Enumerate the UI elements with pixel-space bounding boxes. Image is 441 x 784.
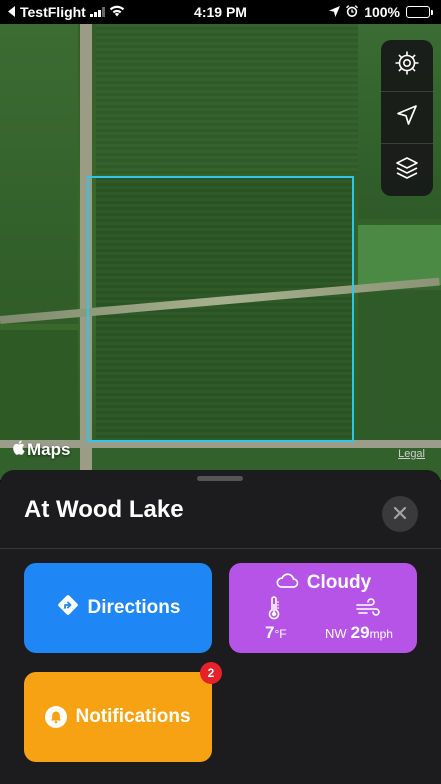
layers-icon xyxy=(394,155,420,186)
map-field xyxy=(0,330,78,440)
cellular-signal-icon xyxy=(89,7,105,17)
map-field xyxy=(358,290,441,440)
temperature-unit: °F xyxy=(274,627,287,641)
apple-logo-icon xyxy=(12,440,25,460)
field-boundary[interactable] xyxy=(87,176,354,442)
thermometer-icon xyxy=(267,596,281,625)
notifications-label: Notifications xyxy=(75,706,191,727)
location-arrow-icon xyxy=(329,4,341,20)
weather-condition: Cloudy xyxy=(306,572,372,593)
weather-tile[interactable]: Cloudy 7°F NW 29mph xyxy=(229,563,417,653)
status-time: 4:19 PM xyxy=(194,4,247,20)
directions-button[interactable]: Directions xyxy=(24,563,212,653)
map-field xyxy=(0,24,78,324)
close-button[interactable] xyxy=(382,496,418,532)
sheet-divider xyxy=(0,548,441,549)
temperature-readout: 7°F xyxy=(265,623,287,643)
location-title: At Wood Lake xyxy=(24,496,184,523)
directions-label: Directions xyxy=(87,597,181,618)
cloud-icon xyxy=(275,571,299,595)
wind-icon xyxy=(355,598,381,623)
map-layers-button[interactable] xyxy=(381,144,433,196)
wind-readout: NW 29mph xyxy=(325,623,393,643)
notification-count-badge: 2 xyxy=(200,662,222,684)
location-sheet: At Wood Lake Directions Cloudy 7°F NW 29m… xyxy=(0,470,441,784)
apple-maps-logo: Maps xyxy=(12,440,70,460)
status-bar: TestFlight 4:19 PM 100% xyxy=(0,0,441,24)
maps-provider-label: Maps xyxy=(27,440,71,459)
alarm-icon xyxy=(346,4,359,20)
bell-icon xyxy=(45,706,68,728)
wind-unit: mph xyxy=(369,627,393,641)
map-field xyxy=(96,24,358,174)
map-controls xyxy=(381,40,433,196)
wind-speed: 29 xyxy=(350,623,370,642)
wifi-icon xyxy=(109,4,125,20)
map-field xyxy=(358,225,441,285)
locate-me-button[interactable] xyxy=(381,92,433,144)
directions-icon xyxy=(56,593,80,623)
back-arrow-icon[interactable] xyxy=(8,4,16,20)
wind-direction: NW xyxy=(325,626,347,641)
notifications-button[interactable]: Notifications xyxy=(24,672,212,762)
satellite-map[interactable]: Maps Legal xyxy=(0,0,441,480)
battery-percent: 100% xyxy=(364,4,400,20)
gear-icon xyxy=(394,50,420,81)
battery-icon xyxy=(406,6,433,18)
legal-link[interactable]: Legal xyxy=(398,448,425,460)
location-arrow-icon xyxy=(395,103,419,132)
close-icon xyxy=(393,503,407,526)
settings-button[interactable] xyxy=(381,40,433,92)
sheet-grabber[interactable] xyxy=(197,476,243,481)
back-app-label[interactable]: TestFlight xyxy=(20,4,86,20)
